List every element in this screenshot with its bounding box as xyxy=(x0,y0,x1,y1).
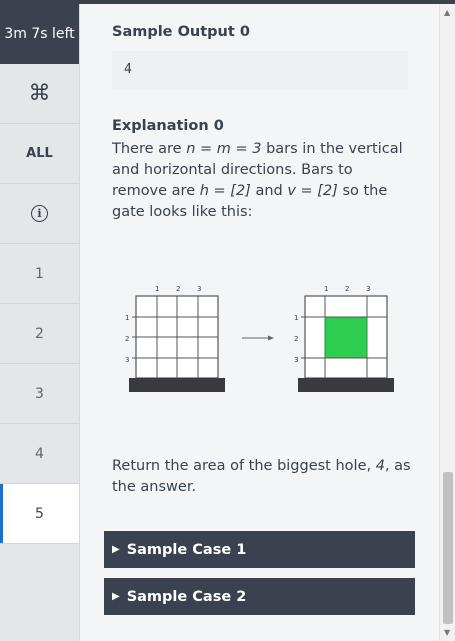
row-label: 1 xyxy=(125,314,129,322)
sample-output-heading: Sample Output 0 xyxy=(112,24,250,40)
sidebar-item-question-4[interactable]: 4 xyxy=(0,424,79,484)
col-label: 3 xyxy=(366,285,370,293)
question-number: 1 xyxy=(35,265,44,282)
caret-right-icon: ▶ xyxy=(112,591,120,602)
scrollbar[interactable]: ▲ ▼ xyxy=(439,4,455,641)
sample-case-2-toggle[interactable]: ▶ Sample Case 2 xyxy=(104,578,415,615)
col-label: 1 xyxy=(155,285,159,293)
row-label: 3 xyxy=(294,356,298,364)
hole-region xyxy=(324,316,368,359)
col-label: 2 xyxy=(345,285,349,293)
scroll-up-icon[interactable]: ▲ xyxy=(444,8,450,17)
info-icon-glyph: i xyxy=(37,207,42,220)
col-label: 2 xyxy=(176,285,180,293)
question-number: 2 xyxy=(35,325,44,342)
gate-before: 1 2 3 1 2 3 xyxy=(125,285,225,392)
explanation-math: n = m = 3 xyxy=(186,141,262,157)
col-label: 3 xyxy=(197,285,201,293)
timer-text: 3m 7s left xyxy=(4,26,75,42)
sidebar-item-question-5[interactable]: 5 xyxy=(0,484,79,544)
problem-content: Sample Output 0 4 Explanation 0 There ar… xyxy=(81,4,439,641)
caret-right-icon: ▶ xyxy=(112,544,120,555)
question-number: 5 xyxy=(35,505,44,522)
timer-badge: 3m 7s left xyxy=(0,4,79,64)
sidebar-item-question-2[interactable]: 2 xyxy=(0,304,79,364)
row-label: 2 xyxy=(125,335,129,343)
arrow-icon xyxy=(242,335,274,341)
explanation-part: and xyxy=(250,183,288,199)
sidebar-item-shortcuts[interactable]: ⌘ xyxy=(0,64,79,124)
return-math: 4 xyxy=(375,458,385,474)
explanation-math: h = [2] xyxy=(199,183,251,199)
question-number: 3 xyxy=(35,385,44,402)
return-text: Return the area of the biggest hole, 4, … xyxy=(112,456,412,498)
command-icon: ⌘ xyxy=(28,81,51,106)
sidebar-item-question-1[interactable]: 1 xyxy=(0,244,79,304)
row-label: 3 xyxy=(125,356,129,364)
explanation-part: There are xyxy=(112,141,187,157)
sample-output-value: 4 xyxy=(124,62,132,77)
sample-output-box: 4 xyxy=(112,51,408,89)
sidebar-item-question-3[interactable]: 3 xyxy=(0,364,79,424)
explanation-heading: Explanation 0 xyxy=(112,118,224,134)
question-number: 4 xyxy=(35,445,44,462)
sample-case-label: Sample Case 2 xyxy=(126,588,247,605)
sidebar-all-label: ALL xyxy=(26,146,53,161)
gate-diagram: 1 2 3 1 2 3 1 2 3 1 2 3 xyxy=(125,285,394,392)
sidebar: 3m 7s left ⌘ ALL i 1 2 3 4 5 xyxy=(0,4,80,641)
gate-after: 1 2 3 1 2 3 xyxy=(294,285,394,392)
sidebar-item-info[interactable]: i xyxy=(0,184,79,244)
explanation-text: There are n = m = 3 bars in the vertical… xyxy=(112,139,412,223)
sample-case-1-toggle[interactable]: ▶ Sample Case 1 xyxy=(104,531,415,568)
scroll-down-icon[interactable]: ▼ xyxy=(444,628,450,637)
sidebar-item-all[interactable]: ALL xyxy=(0,124,79,184)
sample-case-label: Sample Case 1 xyxy=(126,541,247,558)
scrollbar-thumb[interactable] xyxy=(443,472,453,624)
explanation-math: v = [2] xyxy=(287,183,338,199)
col-label: 1 xyxy=(324,285,328,293)
info-icon: i xyxy=(31,205,48,222)
return-part: Return the area of the biggest hole, xyxy=(112,458,376,474)
row-label: 1 xyxy=(294,314,298,322)
row-label: 2 xyxy=(294,335,298,343)
